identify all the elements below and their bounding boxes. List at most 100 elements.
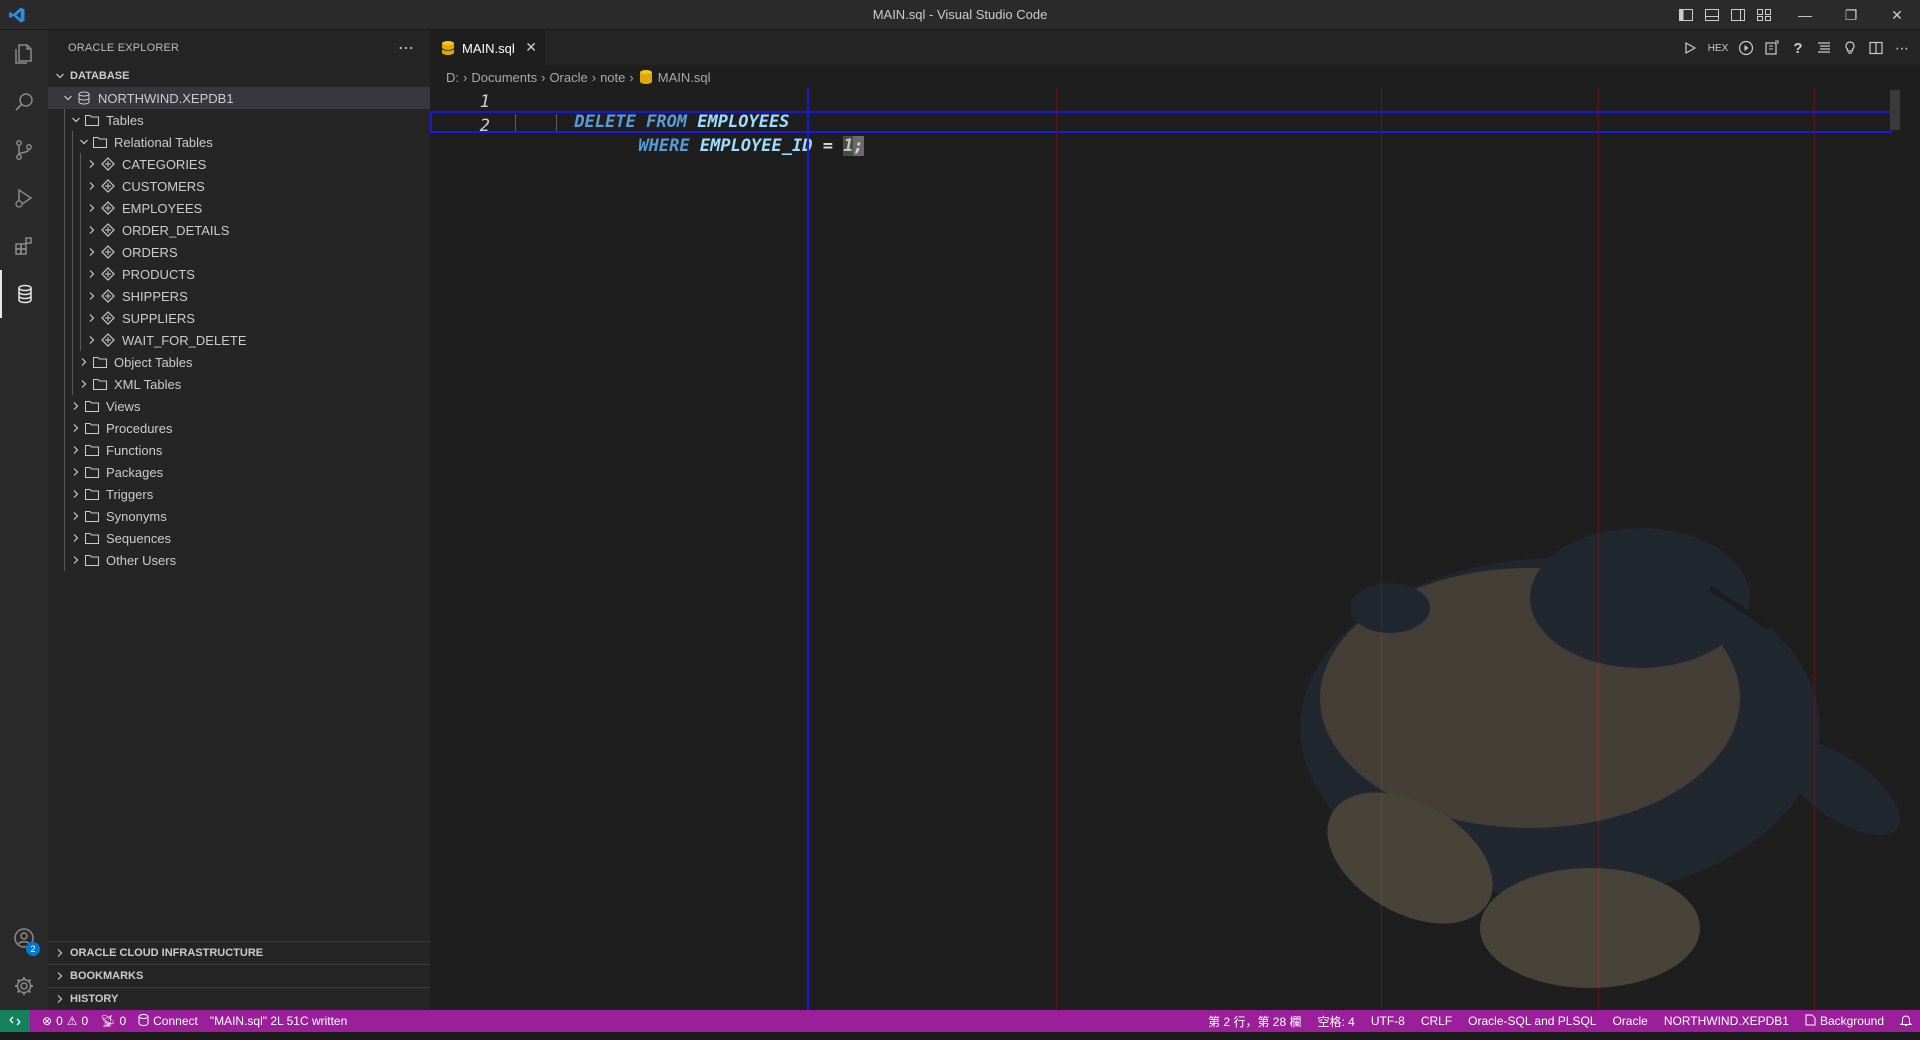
editor-area: MAIN.sql ✕ HEX ? ⋯ D: › Documents › Oracle… xyxy=(430,30,1920,1010)
accounts-badge: 2 xyxy=(26,942,40,956)
tree-subfolder-item[interactable]: XML Tables xyxy=(48,373,430,395)
indentation[interactable]: 空格: 4 xyxy=(1317,1013,1354,1030)
tree-folder-item[interactable]: Views xyxy=(48,395,430,417)
folder-label: Synonyms xyxy=(106,508,167,524)
tree-table-item[interactable]: ORDERS xyxy=(48,241,430,263)
toggle-panel-icon[interactable] xyxy=(1702,5,1722,25)
settings-gear-icon[interactable] xyxy=(0,962,48,1010)
tree-table-item[interactable]: SUPPLIERS xyxy=(48,307,430,329)
end-of-line[interactable]: CRLF xyxy=(1421,1014,1452,1028)
more-editor-actions-icon[interactable]: ⋯ xyxy=(1892,38,1912,58)
help-icon[interactable]: ? xyxy=(1788,38,1808,58)
chevron-right-icon: › xyxy=(591,69,597,85)
execute-circle-icon[interactable] xyxy=(1736,38,1756,58)
collapsed-section-header[interactable]: HISTORY xyxy=(48,987,430,1010)
folder-icon xyxy=(84,508,100,524)
folder-label: Views xyxy=(106,398,141,414)
chevron-right-icon xyxy=(68,486,84,502)
folder-icon xyxy=(92,376,108,392)
breadcrumb-oracle[interactable]: Oracle xyxy=(549,70,587,85)
tree-folder-tables[interactable]: Tables xyxy=(48,109,430,131)
oracle-status[interactable]: Oracle xyxy=(1612,1014,1647,1028)
chevron-right-icon xyxy=(52,991,68,1007)
tab-main-sql[interactable]: MAIN.sql ✕ xyxy=(430,30,545,65)
explain-plan-icon[interactable] xyxy=(1762,38,1782,58)
problems-indicator[interactable]: ⊗ 0 ⚠ 0 xyxy=(42,1014,88,1028)
lightbulb-icon[interactable] xyxy=(1840,38,1860,58)
tree-table-item[interactable]: SHIPPERS xyxy=(48,285,430,307)
source-control-icon[interactable] xyxy=(0,126,48,174)
search-icon[interactable] xyxy=(0,78,48,126)
collapsed-section-header[interactable]: ORACLE CLOUD INFRASTRUCTURE xyxy=(48,941,430,964)
split-editor-icon[interactable] xyxy=(1866,38,1886,58)
breadcrumb-documents[interactable]: Documents xyxy=(471,70,537,85)
collapsed-section-header[interactable]: BOOKMARKS xyxy=(48,964,430,987)
tree-connection[interactable]: NORTHWIND.XEPDB1 xyxy=(48,87,430,109)
database-section-header[interactable]: DATABASE xyxy=(48,65,430,87)
tree-table-item[interactable]: ORDER_DETAILS xyxy=(48,219,430,241)
run-icon[interactable] xyxy=(1680,38,1700,58)
line-number: 1 xyxy=(479,92,490,112)
folder-icon xyxy=(84,464,100,480)
code-line-2[interactable]: WHERE EMPLOYEE_ID = 1; xyxy=(577,116,864,176)
breadcrumb-note[interactable]: note xyxy=(600,70,625,85)
toggle-secondary-sidebar-icon[interactable] xyxy=(1728,5,1748,25)
minimap-scroll-thumb[interactable] xyxy=(1890,90,1900,130)
extensions-icon[interactable] xyxy=(0,222,48,270)
database-connection-status[interactable]: NORTHWIND.XEPDB1 xyxy=(1664,1014,1789,1028)
connect-button[interactable]: Connect xyxy=(138,1013,198,1029)
chevron-down-icon xyxy=(68,112,84,128)
tree-table-item[interactable]: EMPLOYEES xyxy=(48,197,430,219)
tree-table-item[interactable]: CATEGORIES xyxy=(48,153,430,175)
chevron-right-icon xyxy=(84,222,100,238)
tree-folder-item[interactable]: Procedures xyxy=(48,417,430,439)
chevron-right-icon xyxy=(52,945,68,961)
outline-list-icon[interactable] xyxy=(1814,38,1834,58)
tree-folder-item[interactable]: Sequences xyxy=(48,527,430,549)
chevron-right-icon xyxy=(84,310,100,326)
sidebar-header: ORACLE EXPLORER ⋯ xyxy=(48,30,430,65)
remote-indicator-icon[interactable] xyxy=(0,1010,30,1032)
folder-label: Sequences xyxy=(106,530,172,546)
section-label: HISTORY xyxy=(70,993,119,1005)
tree-folder-relational-tables[interactable]: Relational Tables xyxy=(48,131,430,153)
restore-icon[interactable]: ❐ xyxy=(1828,0,1874,30)
close-tab-icon[interactable]: ✕ xyxy=(525,39,537,56)
tree-folder-item[interactable]: Synonyms xyxy=(48,505,430,527)
sidebar-title: ORACLE EXPLORER xyxy=(68,41,180,54)
close-window-icon[interactable]: ✕ xyxy=(1874,0,1920,30)
column-identifier: EMPLOYEE_ID xyxy=(699,136,813,156)
database-explorer-icon[interactable] xyxy=(0,270,48,318)
breadcrumb-file[interactable]: MAIN.sql xyxy=(658,70,711,85)
folder-icon xyxy=(84,442,100,458)
chevron-right-icon xyxy=(84,244,100,260)
explorer-icon[interactable] xyxy=(0,30,48,78)
accounts-icon[interactable]: 2 xyxy=(0,914,48,962)
customize-layout-icon[interactable] xyxy=(1754,5,1774,25)
run-debug-icon[interactable] xyxy=(0,174,48,222)
chevron-right-icon xyxy=(84,156,100,172)
ports-indicator[interactable]: 📡︎ 0 xyxy=(100,1014,126,1028)
tree-folder-item[interactable]: Other Users xyxy=(48,549,430,571)
background-toggle[interactable]: Background xyxy=(1805,1014,1884,1029)
more-actions-icon[interactable]: ⋯ xyxy=(398,38,414,58)
encoding[interactable]: UTF-8 xyxy=(1371,1014,1405,1028)
tree-folder-item[interactable]: Triggers xyxy=(48,483,430,505)
tree-folder-item[interactable]: Functions xyxy=(48,439,430,461)
error-count: 0 xyxy=(56,1014,63,1028)
toggle-primary-sidebar-icon[interactable] xyxy=(1676,5,1696,25)
tree-table-item[interactable]: WAIT_FOR_DELETE xyxy=(48,329,430,351)
folder-label: Other Users xyxy=(106,552,177,568)
folder-label: Triggers xyxy=(106,486,154,502)
tree-subfolder-item[interactable]: Object Tables xyxy=(48,351,430,373)
tree-folder-item[interactable]: Packages xyxy=(48,461,430,483)
tree-table-item[interactable]: CUSTOMERS xyxy=(48,175,430,197)
language-mode[interactable]: Oracle-SQL and PLSQL xyxy=(1468,1014,1596,1028)
notifications-bell-icon[interactable] xyxy=(1900,1015,1912,1027)
tree-table-item[interactable]: PRODUCTS xyxy=(48,263,430,285)
breadcrumb-drive[interactable]: D: xyxy=(446,70,459,85)
code-editor[interactable]: 1 DELETE FROM EMPLOYEES 2 WHERE EMPLOYEE… xyxy=(430,88,1900,1010)
minimize-icon[interactable]: — xyxy=(1782,0,1828,30)
cursor-position[interactable]: 第 2 行，第 28 欄 xyxy=(1208,1013,1301,1030)
hex-editor-button[interactable]: HEX xyxy=(1706,38,1730,58)
